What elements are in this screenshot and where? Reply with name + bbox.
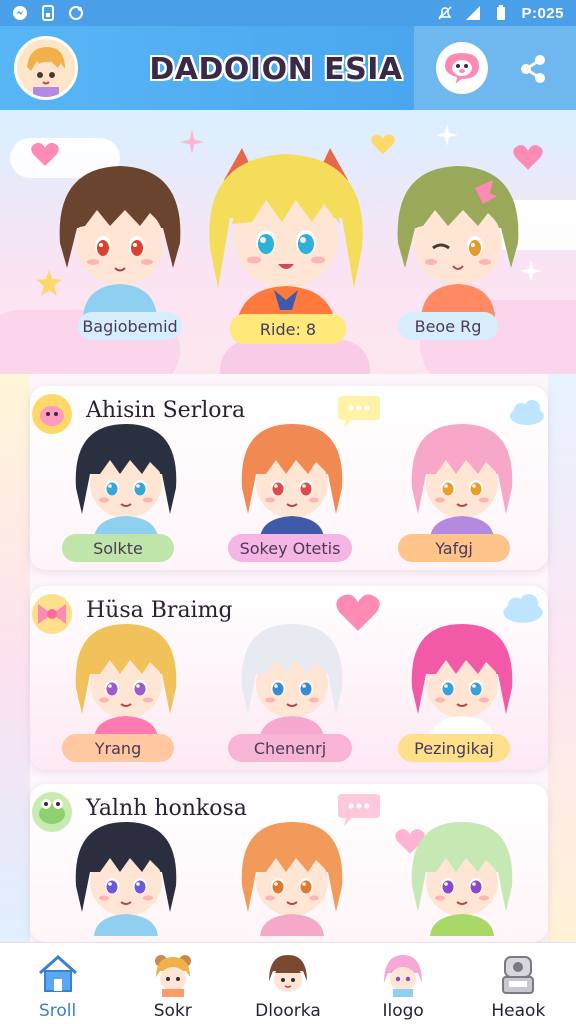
character-name-tag[interactable]: Sokey Otetis — [228, 534, 352, 562]
wifi-signal-icon — [466, 6, 481, 20]
robot-icon — [502, 956, 535, 994]
section-character[interactable] — [402, 816, 522, 936]
nav-label: Heaok — [491, 1001, 546, 1021]
nav-label: Sokr — [153, 1001, 192, 1021]
character-name-tag[interactable]: Yafgj — [398, 534, 510, 562]
character-name-tag[interactable]: Bagiobemid — [78, 312, 182, 340]
character-portrait — [411, 624, 513, 738]
battery-icon — [497, 5, 506, 20]
profile-avatar[interactable] — [14, 36, 78, 100]
character-portrait — [75, 624, 177, 738]
nav-label: Sroll — [38, 1001, 77, 1021]
character-section-card: Ahisin Serlora Solkte Sokey Otetis Yafgj — [30, 386, 548, 570]
character-portrait — [241, 624, 343, 738]
status-time: P:025 — [521, 4, 564, 22]
status-bar: P:025 — [0, 0, 576, 26]
character-name-tag[interactable]: Ride: 8 — [230, 314, 346, 344]
sync-icon — [69, 6, 83, 20]
section-character[interactable] — [232, 816, 352, 936]
chat-button[interactable] — [436, 42, 488, 94]
character-portrait — [411, 424, 513, 538]
character-name-tag[interactable]: Beoe Rg — [398, 312, 498, 340]
section-character[interactable] — [232, 618, 352, 738]
nav-label: Ilogo — [382, 1001, 424, 1021]
hero-character-3[interactable] — [383, 158, 533, 323]
section-character[interactable] — [66, 618, 186, 738]
share-button[interactable] — [512, 48, 554, 90]
app-header: DADOION ESIA — [0, 26, 576, 110]
messenger-icon — [13, 6, 27, 20]
bear-avatar-icon — [154, 955, 191, 997]
profile-avatar-icon — [17, 39, 75, 97]
nav-label: Dloorka — [255, 1001, 321, 1021]
section-character[interactable] — [66, 816, 186, 936]
nav-item-home[interactable]: Sroll — [0, 943, 115, 1024]
character-name-tag[interactable]: Pezingikaj — [398, 734, 510, 762]
nav-item-heaok[interactable]: Heaok — [461, 943, 576, 1024]
sim-card-icon — [42, 5, 54, 21]
share-icon — [521, 55, 545, 83]
character-portrait — [397, 166, 519, 318]
pink-hair-avatar-icon — [384, 955, 423, 997]
character-portrait — [59, 166, 181, 318]
sparkle-icon — [436, 124, 458, 146]
section-character[interactable] — [66, 418, 186, 538]
hero-character-1[interactable] — [45, 158, 195, 323]
character-portrait — [75, 424, 177, 538]
character-portrait — [209, 148, 363, 328]
character-section-card: Yalnh honkosa — [30, 784, 548, 942]
chat-bubble-icon — [442, 50, 482, 89]
app-title: DADOION ESIA — [149, 51, 403, 87]
character-portrait — [241, 424, 343, 538]
character-portrait — [75, 822, 177, 936]
nav-item-sokr[interactable]: Sokr — [115, 943, 230, 1024]
hero-banner: Bagiobemid Ride: 8 Beoe Rg — [0, 110, 576, 374]
character-portrait — [241, 822, 343, 936]
home-icon — [38, 954, 77, 992]
bottom-navigation: Sroll Sokr Dloorka Ilogo Heaok — [0, 942, 576, 1024]
section-character[interactable] — [402, 418, 522, 538]
hero-character-2[interactable] — [196, 138, 376, 333]
character-name-tag[interactable]: Solkte — [62, 534, 174, 562]
character-name-tag[interactable]: Chenenrj — [228, 734, 352, 762]
character-portrait — [411, 822, 513, 936]
section-character[interactable] — [402, 618, 522, 738]
alarm-icon — [438, 6, 452, 20]
nav-item-ilogo[interactable]: Ilogo — [346, 943, 461, 1024]
character-section-card: Hüsa Braimg Yrang Chenenrj Pezingikaj — [30, 586, 548, 770]
section-character[interactable] — [232, 418, 352, 538]
nav-item-dloorka[interactable]: Dloorka — [230, 943, 345, 1024]
brown-hair-avatar-icon — [268, 955, 307, 992]
character-name-tag[interactable]: Yrang — [62, 734, 174, 762]
